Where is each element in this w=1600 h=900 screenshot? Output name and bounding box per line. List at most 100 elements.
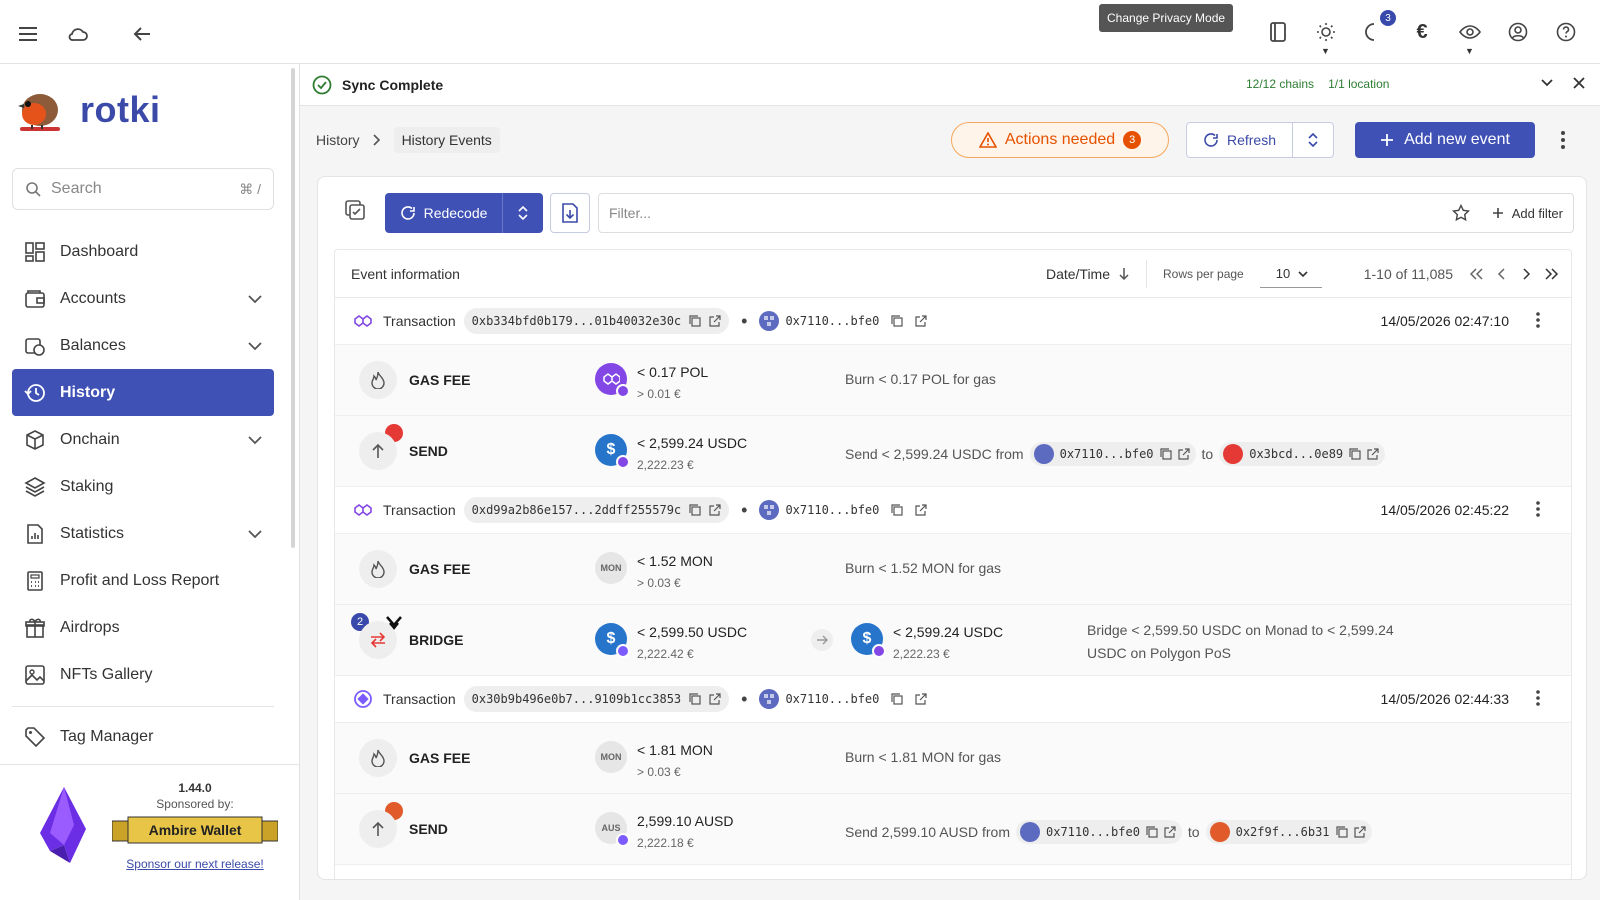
refresh-options-button[interactable] [1293, 132, 1333, 148]
external-link-icon[interactable] [709, 504, 721, 516]
event-row[interactable]: GAS FEE MON < 1.81 MON > 0.03 € Burn < 1… [335, 723, 1571, 794]
sidebar-item-accounts[interactable]: Accounts [12, 275, 274, 322]
event-row[interactable]: GAS FEE < 0.17 POL > 0.01 € Burn < 0.17 … [335, 345, 1571, 416]
eye-icon[interactable]: ▼ [1456, 18, 1484, 56]
external-link-icon[interactable] [1353, 826, 1366, 838]
external-link-icon[interactable] [709, 693, 721, 705]
chevron-down-icon[interactable] [1540, 76, 1554, 90]
back-arrow-icon[interactable] [128, 20, 156, 48]
cloud-icon[interactable] [64, 20, 92, 48]
sidebar-item-nfts[interactable]: NFTs Gallery [12, 651, 274, 698]
filter-input[interactable]: Filter... Add filter [598, 193, 1574, 233]
more-vertical-icon[interactable] [1535, 500, 1541, 518]
copy-icon[interactable] [891, 315, 903, 327]
sidebar-item-onchain[interactable]: Onchain [12, 416, 274, 463]
event-row[interactable]: SEND AUS 2,599.10 AUSD 2,222.18 € Send 2… [335, 794, 1571, 865]
actions-needed-button[interactable]: Actions needed 3 [951, 122, 1169, 158]
event-row[interactable]: SEND $ < 2,599.24 USDC 2,222.23 € Send <… [335, 416, 1571, 487]
redecode-options-button[interactable] [503, 193, 543, 233]
add-filter-button[interactable]: Add filter [1492, 206, 1563, 221]
header-divider [1146, 260, 1148, 288]
more-vertical-icon[interactable] [1535, 689, 1541, 707]
from-address-chip[interactable]: 0x7110...bfe0 [1029, 442, 1196, 466]
add-new-event-button[interactable]: Add new event [1355, 122, 1535, 158]
sync-status-bar: Sync Complete 12/12 chains 1/1 location [300, 64, 1600, 106]
address-chip[interactable]: 0x7110...bfe0 [759, 500, 927, 520]
sponsor-link[interactable]: Sponsor our next release! [110, 857, 280, 871]
export-button[interactable] [550, 193, 590, 233]
sidebar-item-profit-loss[interactable]: Profit and Loss Report [12, 557, 274, 604]
event-row[interactable]: GAS FEE MON < 1.52 MON > 0.03 € Burn < 1… [335, 534, 1571, 605]
more-vertical-icon[interactable] [1560, 130, 1566, 150]
copy-icon[interactable] [689, 315, 701, 327]
star-icon[interactable] [1451, 204, 1470, 222]
close-icon[interactable] [1572, 76, 1586, 90]
copy-icon[interactable] [1146, 826, 1158, 838]
sidebar-item-staking[interactable]: Staking [12, 463, 274, 510]
notes-icon[interactable] [1264, 18, 1292, 46]
image-icon [25, 664, 45, 685]
sun-icon[interactable]: ▼ [1312, 18, 1340, 56]
copy-icon[interactable] [689, 693, 701, 705]
event-asset[interactable]: < 0.17 POL > 0.01 € [595, 363, 708, 403]
logo[interactable]: rotki [14, 84, 161, 136]
external-link-icon[interactable] [915, 315, 927, 327]
to-address-chip[interactable]: 0x3bcd...0e89 [1219, 442, 1386, 466]
external-link-icon[interactable] [1367, 448, 1379, 460]
sidebar-scrollbar[interactable] [291, 68, 295, 548]
prev-page-icon[interactable] [1497, 268, 1507, 280]
event-row[interactable]: 2 BRIDGE $ < 2,599.50 USDC 2,222.42 € $ [335, 605, 1571, 676]
more-vertical-icon[interactable] [1535, 311, 1541, 329]
event-description: Send < 2,599.24 USDC from 0x7110...bfe0 … [845, 442, 1386, 466]
external-link-icon[interactable] [1164, 826, 1176, 838]
sidebar-search-input[interactable]: Search ⌘ / [12, 168, 274, 210]
first-page-icon[interactable] [1469, 268, 1483, 280]
external-link-icon[interactable] [915, 504, 927, 516]
event-asset-in[interactable]: $ < 2,599.24 USDC 2,222.23 € [851, 623, 1003, 663]
chain-badge-icon [616, 455, 630, 469]
tag-icon [25, 726, 46, 747]
copy-icon[interactable] [891, 504, 903, 516]
address-chip[interactable]: 0x7110...bfe0 [759, 311, 927, 331]
event-asset[interactable]: MON < 1.52 MON > 0.03 € [595, 552, 713, 592]
external-link-icon[interactable] [709, 315, 721, 327]
currency-euro-icon[interactable]: € [1408, 18, 1436, 46]
event-asset[interactable]: MON < 1.81 MON > 0.03 € [595, 741, 713, 781]
rows-per-page-select[interactable]: 10 [1259, 260, 1322, 288]
help-icon[interactable] [1552, 18, 1580, 46]
sidebar-item-balances[interactable]: Balances [12, 322, 274, 369]
next-page-icon[interactable] [1521, 268, 1531, 280]
copy-icon[interactable] [1349, 448, 1361, 460]
copy-icon[interactable] [1159, 448, 1172, 460]
to-address-chip[interactable]: 0x2f9f...6b31 [1205, 820, 1372, 844]
external-link-icon[interactable] [1177, 448, 1190, 460]
tx-hash-chip[interactable]: 0x30b9b496e0b7...9109b1cc3853 [463, 686, 730, 712]
tx-hash-chip[interactable]: 0xd99a2b86e157...2ddff255579c [463, 497, 730, 523]
refresh-button[interactable]: Refresh [1186, 122, 1334, 158]
sidebar-item-label: Airdrops [60, 618, 120, 636]
address-chip[interactable]: 0x7110...bfe0 [759, 689, 927, 709]
redecode-button[interactable]: Redecode [385, 193, 543, 233]
external-link-icon[interactable] [915, 693, 927, 705]
sidebar-item-statistics[interactable]: Statistics [12, 510, 274, 557]
copy-icon[interactable] [689, 504, 701, 516]
user-icon[interactable] [1504, 18, 1532, 46]
copy-icon[interactable] [891, 693, 903, 705]
sidebar-item-airdrops[interactable]: Airdrops [12, 604, 274, 651]
event-asset[interactable]: $ < 2,599.24 USDC 2,222.23 € [595, 434, 747, 474]
from-address-chip[interactable]: 0x7110...bfe0 [1016, 820, 1182, 844]
select-all-icon[interactable] [344, 199, 366, 221]
loading-icon[interactable]: 3 [1360, 10, 1396, 46]
copy-icon[interactable] [1335, 826, 1348, 838]
tx-hash-chip[interactable]: 0xb334bfd0b179...01b40032e30c [463, 308, 730, 334]
menu-icon[interactable] [14, 20, 42, 48]
sidebar-item-dashboard[interactable]: Dashboard [12, 228, 274, 275]
breadcrumb-root[interactable]: History [316, 132, 360, 148]
sort-date-time[interactable]: Date/Time [1046, 266, 1130, 282]
add-filter-label: Add filter [1511, 205, 1563, 221]
sidebar-item-tag-manager[interactable]: Tag Manager [12, 713, 274, 760]
event-asset[interactable]: AUS 2,599.10 AUSD 2,222.18 € [595, 812, 734, 852]
event-asset-out[interactable]: $ < 2,599.50 USDC 2,222.42 € [595, 623, 747, 663]
last-page-icon[interactable] [1545, 268, 1559, 280]
sidebar-item-history[interactable]: History [12, 369, 274, 416]
